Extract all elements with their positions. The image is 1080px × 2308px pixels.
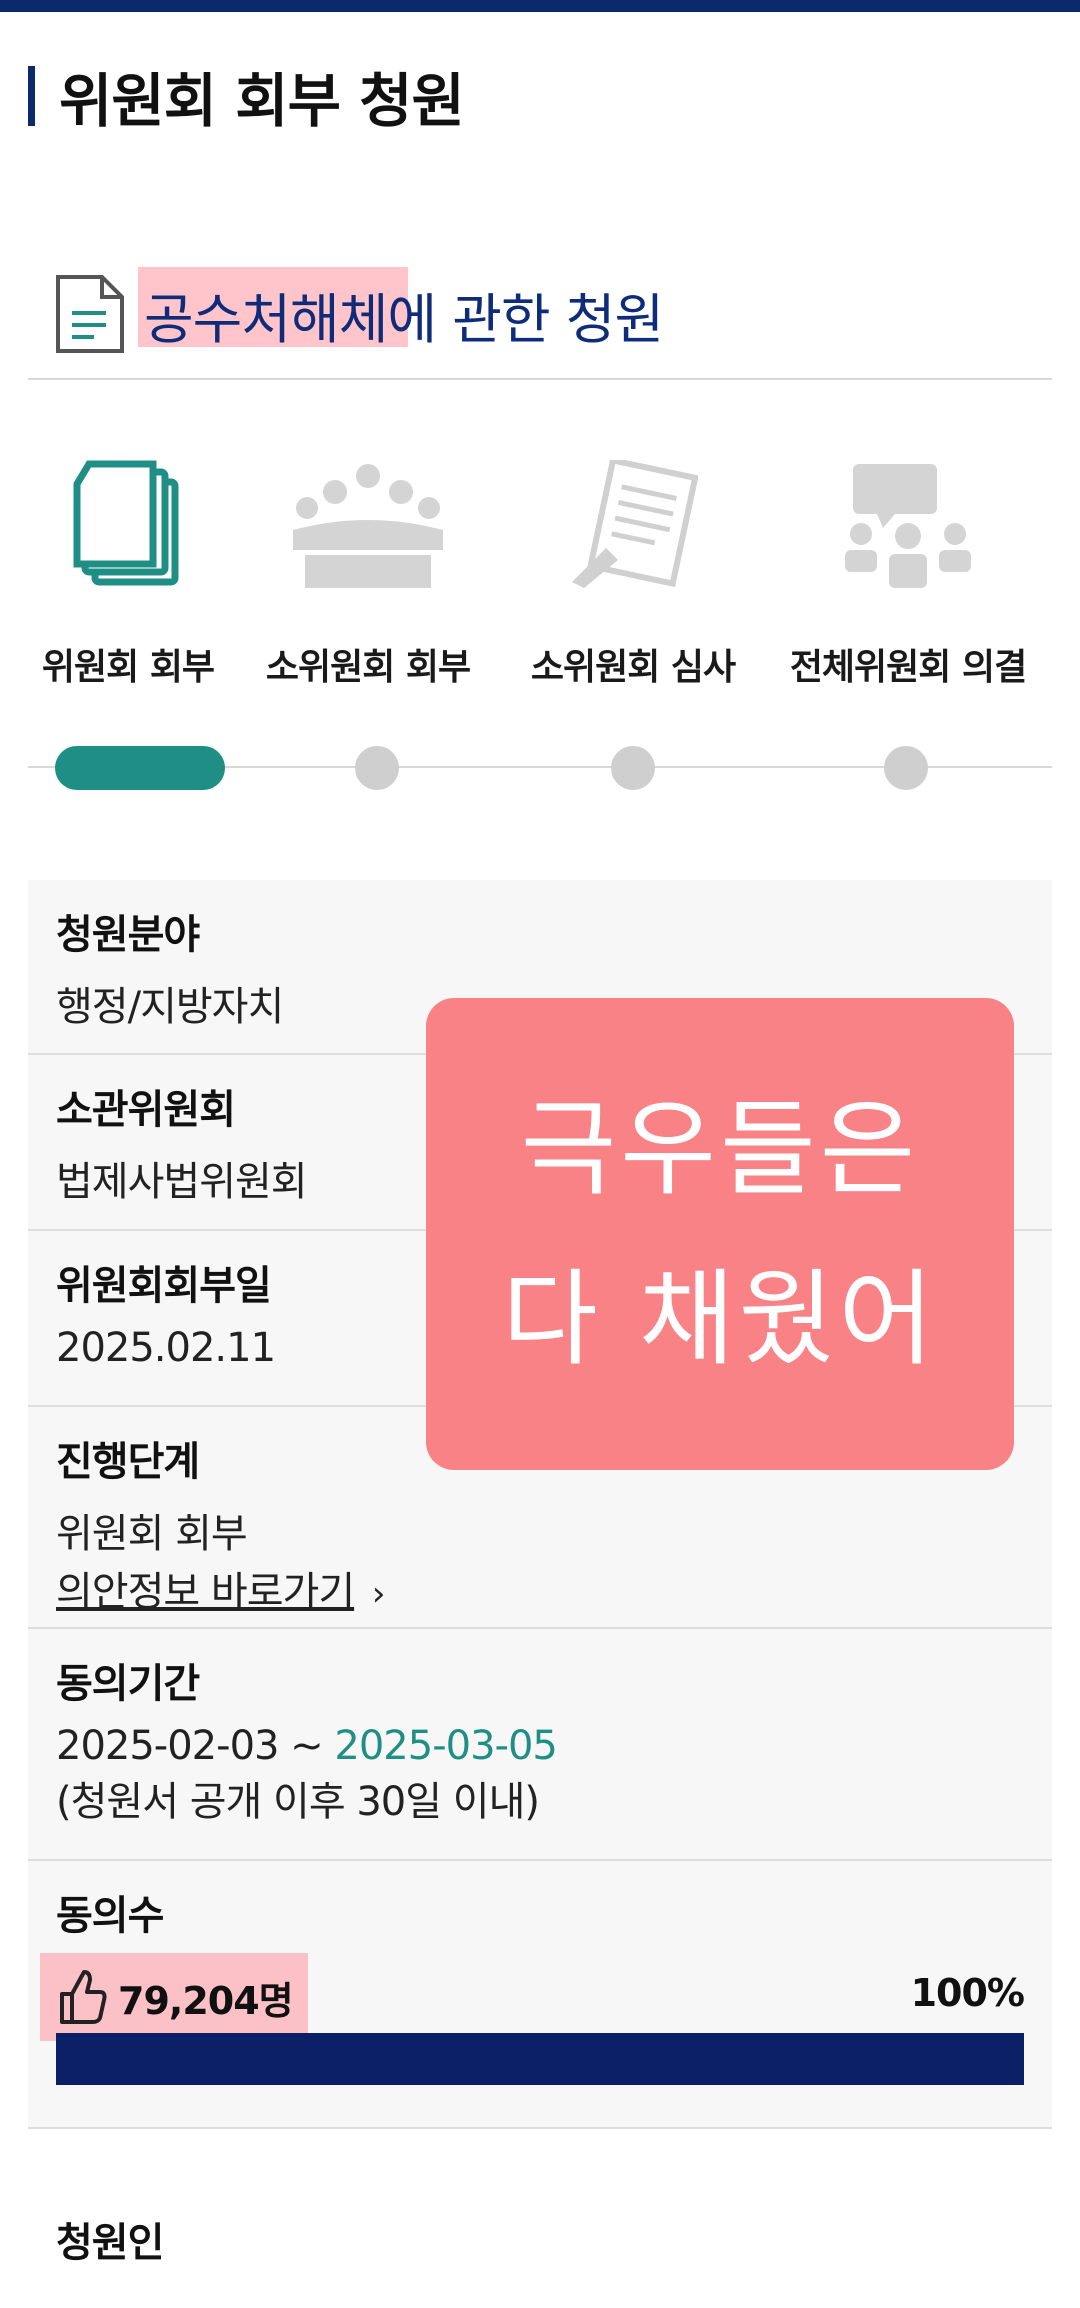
step-subcommittee-review: 소위원회 심사 [523, 450, 743, 690]
period-end: 2025-03-05 [334, 1723, 557, 1769]
consent-percent: 100% [910, 1971, 1025, 2015]
step-indicator-active [55, 746, 225, 790]
row-consent-count: 동의수 79,204명 100% [28, 1861, 1052, 2129]
petitioner-label: 청원인 [56, 2220, 164, 2266]
petition-title-highlight: 공수처해체 [144, 287, 388, 351]
sticker-line-2: 다 채웠어 [502, 1258, 938, 1380]
step-label: 소위원회 심사 [530, 647, 736, 688]
consent-label: 동의수 [56, 1893, 164, 1939]
step-subcommittee-referral: 소위원회 회부 [258, 450, 478, 690]
document-icon [56, 275, 124, 353]
petition-title-rest: 에 관한 청원 [387, 287, 664, 351]
step-label: 위원회 회부 [41, 647, 215, 688]
bill-info-link[interactable]: 의안정보 바로가기 [56, 1559, 355, 1617]
meeting-icon [293, 464, 443, 588]
step-indicator [884, 746, 928, 790]
consent-progress-bar [56, 2033, 1024, 2085]
vote-icon [845, 464, 971, 588]
consent-progress-fill [56, 2033, 1024, 2085]
page-title-text: 위원회 회부 청원 [59, 67, 465, 135]
chevron-right-icon[interactable]: › [372, 1574, 386, 1614]
thumbs-up-icon [60, 1970, 107, 2024]
step-label: 소위원회 회부 [265, 647, 471, 688]
step-plenary-vote: 전체위원회 의결 [778, 450, 1038, 690]
page-title: 위원회 회부 청원 [28, 60, 465, 135]
field-label: 청원분야 [56, 912, 200, 958]
step-indicator [355, 746, 399, 790]
title-accent-bar [28, 66, 35, 126]
petition-header: 공수처해체에 관한 청원 [28, 250, 1052, 380]
consent-count: 79,204명 [118, 1978, 294, 2023]
period-note: (청원서 공개 이후 30일 이내) [56, 1779, 540, 1825]
period-label: 동의기간 [56, 1661, 200, 1707]
documents-icon [73, 460, 179, 586]
period-start: 2025-02-03 ~ [56, 1723, 335, 1769]
review-icon [572, 460, 698, 588]
step-label: 전체위원회 의결 [789, 647, 1027, 688]
row-consent-period: 동의기간 2025-02-03 ~ 2025-03-05 (청원서 공개 이후 … [28, 1629, 1052, 1861]
step-committee-referral: 위원회 회부 [28, 450, 228, 690]
progress-steps: 위원회 회부 소위원회 회부 소위원회 심사 전체위원회 의결 [28, 450, 1052, 810]
petition-title: 공수처해체에 관한 청원 [138, 266, 664, 354]
consent-count-highlight: 79,204명 [40, 1953, 308, 2041]
overlay-sticker: 극우들은 다 채웠어 [426, 998, 1014, 1470]
stage-value: 위원회 회부 [56, 1511, 248, 1557]
step-indicator [611, 746, 655, 790]
top-strip [0, 0, 1080, 12]
sticker-line-1: 극우들은 [520, 1088, 920, 1210]
